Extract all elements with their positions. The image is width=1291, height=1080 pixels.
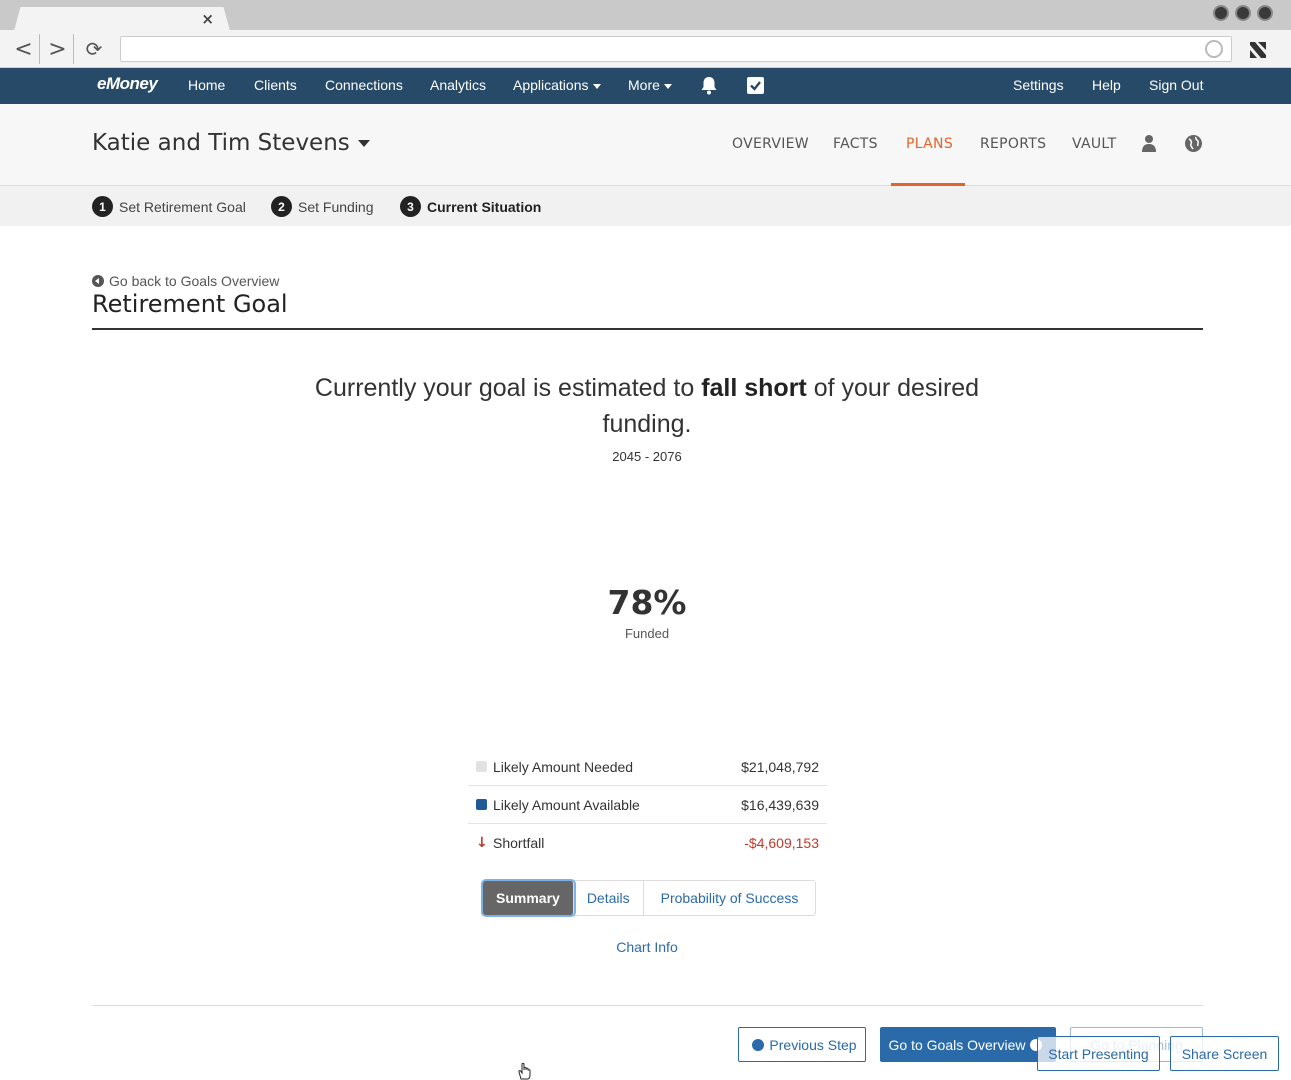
step-number: 1 [92,196,113,217]
view-toggle: Summary Details Probability of Success [482,880,817,916]
probability-of-success-tab[interactable]: Probability of Success [644,881,816,915]
tasks-check-icon[interactable] [747,77,764,94]
arrow-circle-left-icon [752,1038,765,1051]
headline-pre: Currently your goal is estimated to [314,374,702,402]
browser-titlebar: × [0,0,1291,31]
globe-icon[interactable] [1185,135,1202,152]
client-selector[interactable]: Katie and Tim Stevens [92,130,370,156]
legend-swatch [476,799,487,810]
arrow-down-icon: ↓ [476,835,488,851]
nav-applications[interactable]: Applications [513,77,601,93]
browser-tab[interactable]: × [14,7,230,31]
globe-icon [1205,40,1223,58]
legend-row-shortfall: ↓ Shortfall -$4,609,153 [468,824,827,862]
goals-overview-button[interactable]: Go to Goals Overview [880,1027,1056,1062]
footer-divider [92,1005,1203,1006]
back-to-goals-link[interactable]: Go back to Goals Overview [92,273,279,289]
window-dot-icon[interactable] [1213,5,1229,21]
nav-home[interactable]: Home [188,77,225,93]
reload-icon[interactable]: ⟳ [78,34,110,64]
nav-connections[interactable]: Connections [325,77,403,93]
hand-cursor-icon [518,1062,531,1080]
extension-icon[interactable] [1247,38,1269,60]
client-name: Katie and Tim Stevens [92,130,350,156]
legend-swatch [476,761,487,772]
window-dot-icon[interactable] [1235,5,1251,21]
bell-icon[interactable] [700,76,718,95]
person-icon[interactable] [1141,134,1157,152]
step-label: Set Retirement Goal [119,198,246,215]
nav-sign-out[interactable]: Sign Out [1149,77,1203,93]
tab-overview[interactable]: OVERVIEW [732,136,809,152]
browser-toolbar: < > ⟳ [0,30,1291,68]
summary-tab[interactable]: Summary [483,881,574,915]
legend-label: Shortfall [493,835,545,851]
tab-reports[interactable]: REPORTS [980,136,1046,152]
share-screen-button[interactable]: Share Screen [1170,1036,1279,1071]
funded-label: Funded [624,626,670,641]
funded-percent: 78% [607,583,687,622]
step-label: Set Funding [298,198,374,215]
step-current-situation[interactable]: 3 Current Situation [400,196,541,217]
tab-vault[interactable]: VAULT [1072,136,1116,152]
window-dot-icon[interactable] [1257,5,1273,21]
client-header: Katie and Tim Stevens OVERVIEW FACTS PLA… [0,104,1291,186]
brand-logo[interactable]: eMoney [97,74,158,94]
date-range: 2045 - 2076 [612,449,682,464]
back-arrow-icon[interactable]: < [8,34,40,64]
caret-down-icon [357,140,370,147]
nav-more[interactable]: More [628,77,672,93]
caret-down-icon [663,83,672,89]
arrow-circle-left-icon [92,275,104,287]
step-label: Current Situation [427,198,542,215]
nav-more-label: More [628,77,660,93]
goals-overview-label: Go to Goals Overview [888,1036,1026,1053]
title-divider [92,328,1203,330]
back-link-label: Go back to Goals Overview [109,273,280,289]
headline-emphasis: fall short [701,374,807,402]
window-controls [1213,5,1273,21]
legend-value: $16,439,639 [741,796,819,813]
nav-settings[interactable]: Settings [1013,77,1064,93]
caret-down-icon [592,83,601,89]
previous-step-button[interactable]: Previous Step [738,1027,866,1062]
step-number: 3 [400,196,421,217]
page-title: Retirement Goal [92,290,288,318]
address-bar[interactable] [120,36,1232,62]
nav-help[interactable]: Help [1092,77,1121,93]
nav-applications-label: Applications [513,77,589,93]
wizard-steps: 1 Set Retirement Goal 2 Set Funding 3 Cu… [0,186,1291,226]
step-set-funding[interactable]: 2 Set Funding [271,196,374,217]
step-number: 2 [271,196,292,217]
legend-value: -$4,609,153 [744,835,819,851]
tab-facts[interactable]: FACTS [833,136,878,152]
app-navbar: eMoney Home Clients Connections Analytic… [0,68,1291,104]
tab-plans[interactable]: PLANS [906,136,953,152]
legend-row-available: Likely Amount Available $16,439,639 [468,786,827,824]
funding-legend: Likely Amount Needed $21,048,792 Likely … [468,748,827,862]
nav-clients[interactable]: Clients [254,77,297,93]
step-set-retirement-goal[interactable]: 1 Set Retirement Goal [92,196,246,217]
legend-label: Likely Amount Needed [493,758,634,775]
chart-info-link[interactable]: Chart Info [547,939,747,955]
legend-label: Likely Amount Available [493,796,640,813]
details-tab[interactable]: Details [574,881,644,915]
goal-headline: Currently your goal is estimated to fall… [300,370,994,442]
nav-analytics[interactable]: Analytics [430,77,486,93]
start-presenting-button[interactable]: Start Presenting [1037,1036,1160,1071]
tab-close-icon[interactable]: × [201,10,214,28]
previous-step-label: Previous Step [769,1036,857,1053]
legend-row-needed: Likely Amount Needed $21,048,792 [468,748,827,786]
legend-value: $21,048,792 [741,758,819,775]
forward-arrow-icon[interactable]: > [42,34,74,64]
